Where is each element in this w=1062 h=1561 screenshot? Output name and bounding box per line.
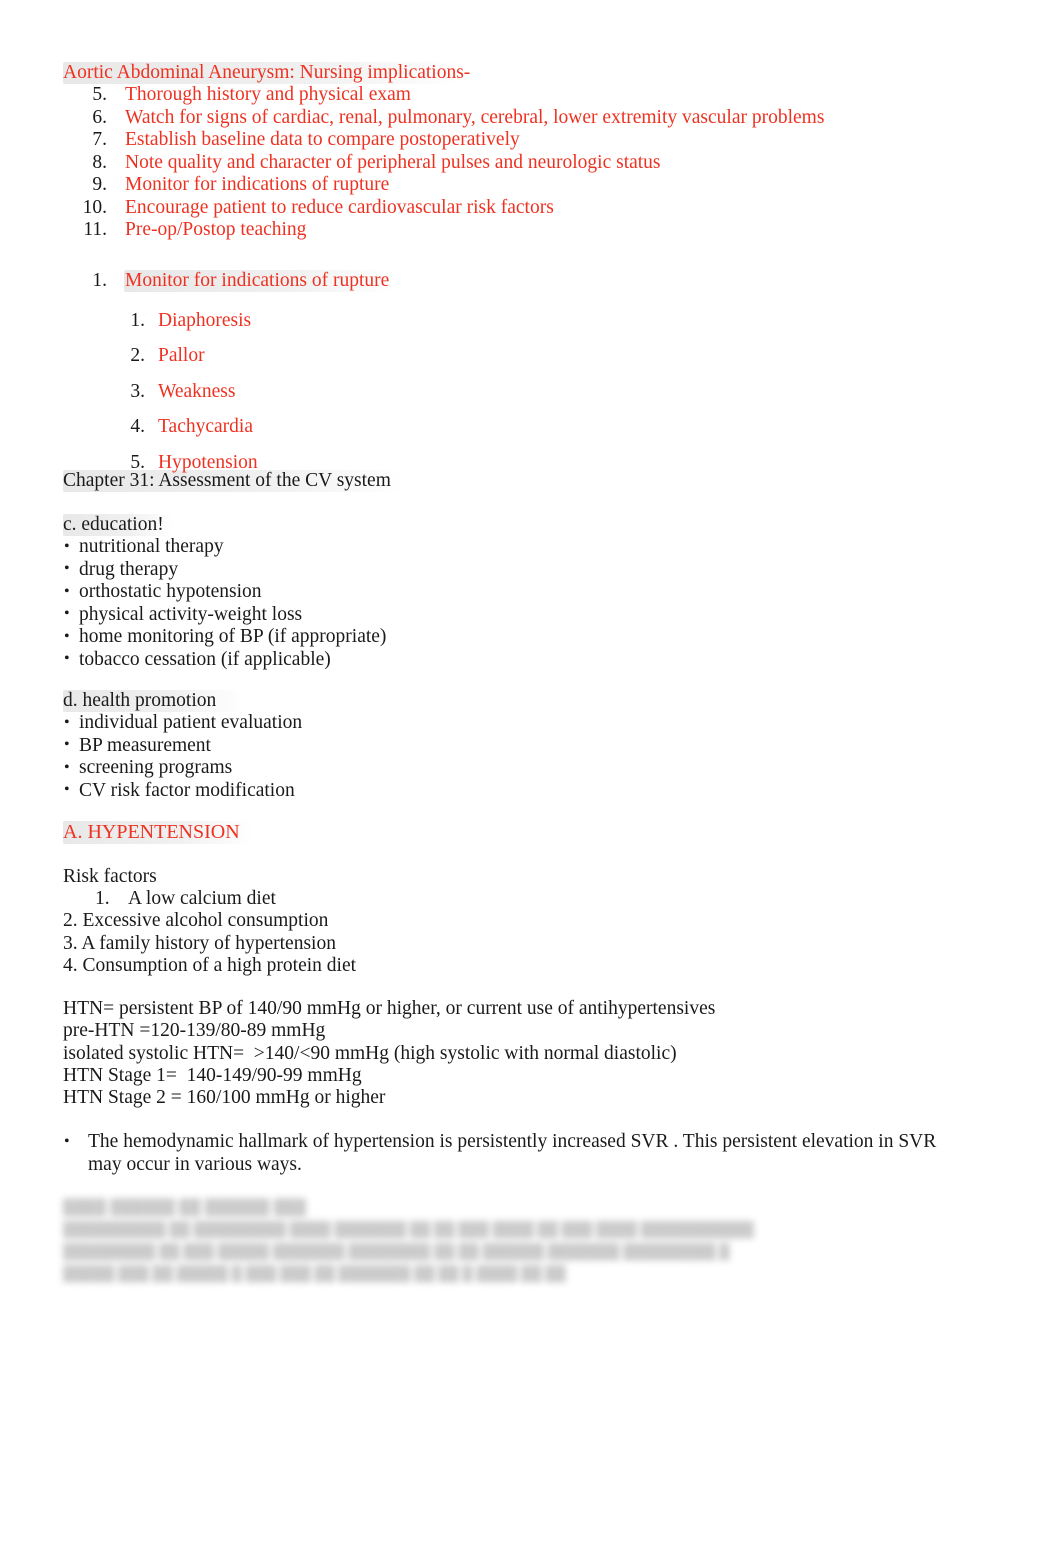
list-marker: 1. <box>130 310 145 331</box>
list-marker: 6. <box>92 106 107 128</box>
faded-footer-block: ████ ██████ ██ ██████ ███ ██████████ ██ … <box>63 1197 1008 1285</box>
health-promotion-heading: d. health promotion <box>63 690 217 711</box>
list-marker: 5. <box>92 84 107 105</box>
list-item-text: screening programs <box>79 757 233 778</box>
aaa-heading: Aortic Abdominal Aneurysm: Nursing impli… <box>63 62 471 83</box>
list-item-text: Diaphoresis <box>158 310 252 331</box>
list-item-text: BP measurement <box>79 734 211 756</box>
list-item-text: Encourage patient to reduce cardiovascul… <box>125 196 554 218</box>
list-item: • nutritional therapy <box>63 536 386 559</box>
risk-factor-item-4: 4. Consumption of a high protein diet <box>63 955 357 976</box>
list-item: 11. Pre-op/Postop teaching <box>63 219 824 242</box>
bullet-icon: • <box>64 627 70 645</box>
htn-definition-line-1: HTN= persistent BP of 140/90 mmHg or hig… <box>63 998 716 1019</box>
list-item: • screening programs <box>63 757 302 780</box>
list-item: 1. Diaphoresis <box>127 303 258 338</box>
list-item: 10. Encourage patient to reduce cardiova… <box>63 197 824 220</box>
faded-footer-line: ██████████ ██ █████████ ████ ███████ ██ … <box>63 1222 754 1238</box>
hemodynamic-hallmark-text: The hemodynamic hallmark of hypertension… <box>88 1131 937 1175</box>
bullet-icon: • <box>64 736 70 753</box>
list-item-text: individual patient evaluation <box>79 712 303 733</box>
list-marker: 2. <box>130 345 145 367</box>
list-item-text: tobacco cessation (if applicable) <box>79 648 331 670</box>
list-marker: 9. <box>92 174 107 195</box>
bullet-icon: • <box>64 537 70 555</box>
list-item-text: orthostatic hypotension <box>79 581 262 602</box>
document-page: Aortic Abdominal Aneurysm: Nursing impli… <box>0 0 1062 1561</box>
bullet-icon: • <box>64 605 70 622</box>
list-item-text: Thorough history and physical exam <box>125 84 411 105</box>
list-marker: 4. <box>130 416 145 438</box>
list-item-text: Establish baseline data to compare posto… <box>125 129 520 150</box>
chapter-heading: Chapter 31: Assessment of the CV system <box>63 470 391 491</box>
bullet-icon: • <box>64 1133 70 1150</box>
list-item: 1. Monitor for indications of rupture <box>63 270 389 293</box>
risk-factor-item-3: 3. A family history of hypertension <box>63 933 336 954</box>
faded-footer-line: █████ ███ ██ █████ █ ███ ███ ██ ███████ … <box>63 1266 566 1282</box>
list-item-text: Tachycardia <box>158 416 253 438</box>
rupture-monitor-list: 1. Monitor for indications of rupture <box>63 270 389 293</box>
list-item-text: home monitoring of BP (if appropriate) <box>79 626 387 647</box>
list-item: • BP measurement <box>63 735 302 758</box>
list-item: 7. Establish baseline data to compare po… <box>63 129 824 152</box>
bullet-icon: • <box>64 781 70 798</box>
list-item-text: Note quality and character of peripheral… <box>125 151 661 173</box>
list-marker: 7. <box>92 129 107 150</box>
htn-definition-line-5: HTN Stage 2 = 160/100 mmHg or higher <box>63 1087 386 1108</box>
list-item: 4. Tachycardia <box>127 409 258 444</box>
list-marker: 8. <box>92 151 107 173</box>
list-marker: 10. <box>82 196 107 218</box>
list-item: • home monitoring of BP (if appropriate) <box>63 626 386 649</box>
list-item-text: Monitor for indications of rupture <box>125 174 390 195</box>
list-item: • orthostatic hypotension <box>63 581 386 604</box>
faded-footer-line: █████████ ██ ███ █████ ███████ ████████ … <box>63 1244 730 1260</box>
faded-footer-title: ████ ██████ ██ ██████ ███ <box>63 1200 307 1216</box>
risk-factor-item-1: 1. A low calcium diet <box>95 888 276 909</box>
risk-factors-label: Risk factors <box>63 866 157 887</box>
list-item-text: Watch for signs of cardiac, renal, pulmo… <box>125 106 825 128</box>
hemodynamic-hallmark-bullet: • The hemodynamic hallmark of hypertensi… <box>63 1131 973 1176</box>
htn-definition-line-2: pre-HTN =120-139/80-89 mmHg <box>63 1020 326 1041</box>
list-marker: 3. <box>130 380 145 402</box>
list-item-text: CV risk factor modification <box>79 779 295 801</box>
bullet-icon: • <box>64 560 70 577</box>
list-item: • physical activity-weight loss <box>63 604 386 627</box>
list-item: • CV risk factor modification <box>63 780 302 803</box>
list-item: 9. Monitor for indications of rupture <box>63 174 824 197</box>
aaa-nursing-implications-list: 5. Thorough history and physical exam 6.… <box>63 84 825 242</box>
list-item-text: Pallor <box>158 345 205 367</box>
list-item: 2. Pallor <box>127 338 258 373</box>
bullet-icon: • <box>64 582 70 600</box>
list-item: • drug therapy <box>63 559 386 582</box>
education-bullet-list: • nutritional therapy • drug therapy • o… <box>63 536 386 671</box>
risk-factor-item-2: 2. Excessive alcohol consumption <box>63 910 329 931</box>
htn-definition-line-3: isolated systolic HTN= >140/<90 mmHg (hi… <box>63 1043 677 1064</box>
htn-definition-line-4: HTN Stage 1= 140-149/90-99 mmHg <box>63 1065 362 1086</box>
list-marker: 11. <box>83 219 107 240</box>
list-item: 5. Thorough history and physical exam <box>63 84 824 107</box>
list-item: 3. Weakness <box>127 374 258 409</box>
hypertension-heading: A. HYPENTENSION <box>63 821 240 843</box>
list-item: 6. Watch for signs of cardiac, renal, pu… <box>63 107 824 130</box>
list-item-text: nutritional therapy <box>79 536 224 557</box>
list-item: 8. Note quality and character of periphe… <box>63 152 824 175</box>
list-item: • tobacco cessation (if applicable) <box>63 649 386 672</box>
list-item-text: Pre-op/Postop teaching <box>125 219 307 240</box>
bullet-icon: • <box>64 758 70 776</box>
list-item-text: Weakness <box>158 380 236 402</box>
bullet-icon: • <box>64 713 70 731</box>
list-item-text: Monitor for indications of rupture <box>125 270 390 291</box>
list-item-text: drug therapy <box>79 558 179 580</box>
list-item: • individual patient evaluation <box>63 712 302 735</box>
health-promotion-bullet-list: • individual patient evaluation • BP mea… <box>63 712 302 802</box>
bullet-icon: • <box>64 650 70 667</box>
list-marker: 1. <box>92 270 107 291</box>
list-item-text: physical activity-weight loss <box>79 603 303 625</box>
education-heading: c. education! <box>63 514 164 535</box>
rupture-signs-list: 1. Diaphoresis 2. Pallor 3. Weakness 4. … <box>127 303 258 480</box>
